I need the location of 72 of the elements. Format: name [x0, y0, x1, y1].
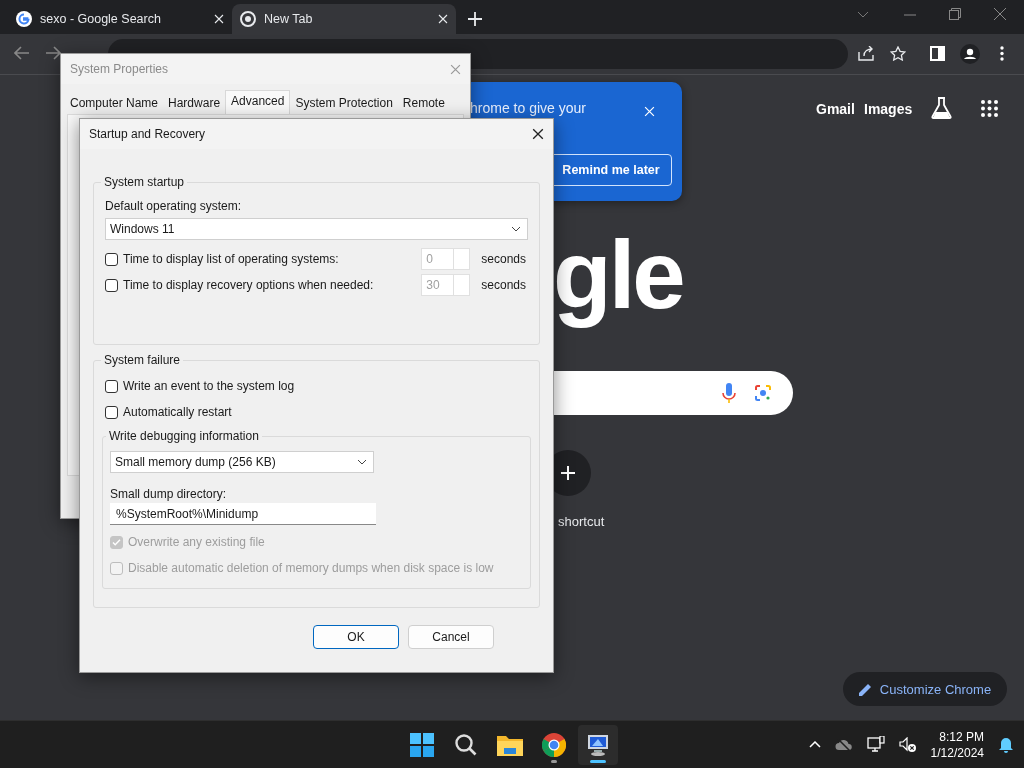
- chevron-down-icon[interactable]: [857, 11, 869, 19]
- checkbox-label: Disable automatic deletion of memory dumps when disk space is low: [128, 561, 494, 575]
- directory-field[interactable]: %SystemRoot%\Minidump: [110, 503, 376, 525]
- cloud-off-icon[interactable]: [834, 738, 853, 751]
- dialog-button[interactable]: Cancel: [408, 625, 494, 649]
- field-label: Default operating system:: [105, 199, 243, 213]
- checkbox-label: Time to display list of operating systems:: [123, 252, 339, 266]
- chrome-icon: [240, 11, 256, 27]
- side-panel-icon[interactable]: [930, 46, 945, 61]
- unit-label: seconds: [481, 278, 526, 292]
- customize-chrome-button[interactable]: Customize Chrome: [843, 672, 1007, 706]
- group-title: System failure: [103, 353, 182, 367]
- profile-icon[interactable]: [960, 44, 980, 64]
- logo-text: gle: [553, 222, 683, 328]
- back-icon[interactable]: [14, 46, 29, 60]
- checkbox-label: Overwrite any existing file: [128, 535, 265, 549]
- computer-icon: [585, 732, 611, 757]
- dialog-tab[interactable]: System Protection: [290, 93, 398, 114]
- forward-icon[interactable]: [46, 46, 61, 60]
- bell-icon[interactable]: [998, 736, 1014, 753]
- clock-time[interactable]: 8:12 PM: [939, 728, 984, 745]
- clock-date[interactable]: 1/12/2024: [930, 744, 984, 761]
- chrome-icon: [542, 732, 566, 757]
- search-icon: [454, 732, 478, 757]
- share-icon[interactable]: [858, 46, 874, 61]
- checkbox-label: Automatically restart: [123, 405, 232, 419]
- window-title: System Properties: [70, 62, 169, 76]
- windows-start-icon: [410, 732, 434, 757]
- checkbox-label: Write an event to the system log: [123, 379, 295, 393]
- menu-icon[interactable]: [1000, 46, 1004, 61]
- search-box[interactable]: [553, 371, 793, 415]
- promo-text: hrome to give your: [470, 100, 586, 116]
- plus-icon: [561, 466, 575, 480]
- os-dropdown[interactable]: Windows 11: [105, 218, 528, 240]
- browser-tab[interactable]: sexo - Google Search: [8, 4, 232, 34]
- checkbox[interactable]: [105, 405, 118, 419]
- field-label: Small dump directory:: [110, 487, 228, 501]
- apps-grid-icon[interactable]: [981, 100, 998, 117]
- checkbox[interactable]: [105, 278, 118, 292]
- tab-title: sexo - Google Search: [40, 12, 162, 26]
- dialog-tab[interactable]: Advanced: [225, 90, 291, 114]
- network-icon[interactable]: [866, 736, 885, 753]
- dialog-title: Startup and Recovery: [89, 127, 206, 141]
- checkbox[interactable]: [105, 379, 118, 393]
- pencil-icon: [858, 682, 872, 696]
- folder-icon: [497, 733, 523, 756]
- new-tab-icon[interactable]: [468, 12, 482, 26]
- chevron-up-icon[interactable]: [808, 741, 821, 748]
- microphone-icon[interactable]: [722, 383, 736, 405]
- header-link[interactable]: Gmail: [816, 101, 855, 117]
- speaker-muted-icon[interactable]: [898, 736, 917, 753]
- checkbox-label: Time to display recovery options when needed:: [123, 278, 374, 292]
- browser-tab[interactable]: New Tab: [232, 4, 456, 34]
- header-link[interactable]: Images: [864, 101, 913, 117]
- checkbox[interactable]: [105, 252, 118, 266]
- shortcut-label: shortcut: [558, 514, 605, 529]
- restore-icon[interactable]: [949, 8, 961, 20]
- dialog-tab[interactable]: Computer Name: [65, 93, 164, 114]
- tab-title: New Tab: [264, 12, 314, 26]
- unit-label: seconds: [481, 252, 526, 266]
- dump-type-dropdown[interactable]: Small memory dump (256 KB): [110, 451, 374, 473]
- flask-icon[interactable]: [931, 97, 952, 119]
- group-title: System startup: [103, 175, 186, 189]
- star-icon[interactable]: [890, 46, 906, 61]
- google-icon: [16, 11, 32, 27]
- taskbar-app[interactable]: [578, 724, 618, 765]
- dialog-tab[interactable]: Hardware: [163, 93, 226, 114]
- group-title: Write debugging information: [108, 429, 260, 443]
- dialog-tab[interactable]: Remote: [397, 93, 450, 114]
- close-icon[interactable]: [532, 128, 544, 140]
- dialog-button[interactable]: OK: [313, 625, 399, 649]
- camera-search-icon[interactable]: [755, 385, 771, 401]
